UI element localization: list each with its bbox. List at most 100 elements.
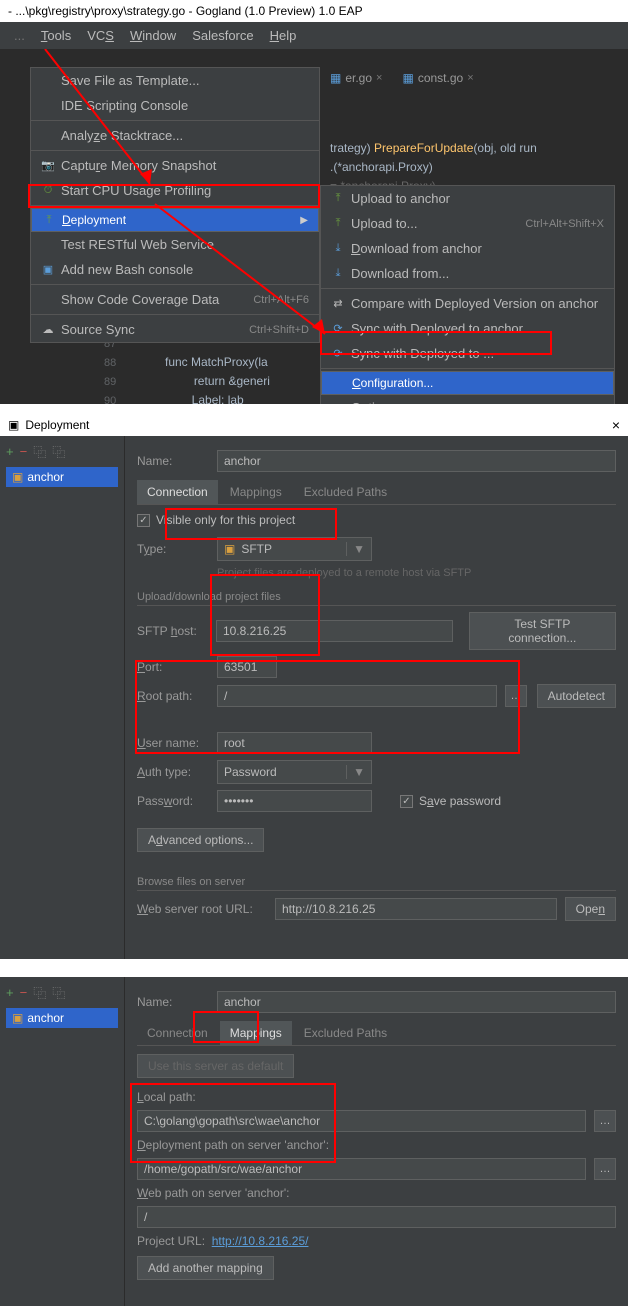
name-label: Name: bbox=[137, 454, 209, 468]
editor: ▦er.go× ▦const.go× trategy) PrepareForUp… bbox=[0, 49, 628, 404]
tab-er-go[interactable]: ▦er.go× bbox=[330, 71, 382, 85]
paste-icon[interactable]: ⿻ bbox=[52, 442, 65, 461]
add-server-button[interactable]: + bbox=[6, 444, 14, 459]
user-input[interactable] bbox=[217, 732, 372, 754]
copy-icon[interactable]: ⿻ bbox=[33, 983, 46, 1002]
menubar: ... Tools VCS Window Salesforce Help bbox=[0, 22, 628, 49]
save-password-checkbox[interactable]: ✓Save password bbox=[400, 794, 501, 808]
menu-download-anchor[interactable]: ⤓Download from anchor bbox=[321, 236, 614, 261]
auth-select[interactable]: Password▼ bbox=[217, 760, 372, 784]
menu-upload-anchor[interactable]: ⤒Upload to anchor bbox=[321, 186, 614, 211]
tab-connection[interactable]: Connection bbox=[137, 1021, 218, 1045]
tab-mappings[interactable]: Mappings bbox=[220, 1021, 292, 1045]
root-input[interactable] bbox=[217, 685, 497, 707]
menu-cpu-profiling[interactable]: ⏱Start CPU Usage Profiling bbox=[31, 178, 319, 203]
port-label: Port: bbox=[137, 660, 209, 674]
paste-icon[interactable]: ⿻ bbox=[52, 983, 65, 1002]
type-hint: Project files are deployed to a remote h… bbox=[217, 567, 616, 579]
local-path-label: Local path: bbox=[137, 1090, 616, 1104]
camera-icon: 📷 bbox=[41, 159, 55, 173]
local-path-input[interactable] bbox=[137, 1110, 586, 1132]
deploy-path-input[interactable] bbox=[137, 1158, 586, 1180]
server-icon: ▣ bbox=[12, 470, 23, 484]
user-label: User name: bbox=[137, 736, 209, 750]
test-connection-button[interactable]: Test SFTP connection... bbox=[469, 612, 616, 650]
use-default-button[interactable]: Use this server as default bbox=[137, 1054, 294, 1078]
sftp-icon: ▣ bbox=[224, 542, 235, 556]
web-path-input[interactable] bbox=[137, 1206, 616, 1228]
menu-ide-scripting[interactable]: IDE Scripting Console bbox=[31, 93, 319, 118]
auth-label: Auth type: bbox=[137, 765, 209, 779]
menu-deployment[interactable]: ⤒Deployment▶ bbox=[31, 208, 319, 232]
tab-excluded[interactable]: Excluded Paths bbox=[294, 1021, 397, 1045]
menu-compare-deployed[interactable]: ⇄Compare with Deployed Version on anchor bbox=[321, 291, 614, 316]
menu-help[interactable]: Help bbox=[264, 26, 303, 45]
close-icon[interactable]: × bbox=[376, 72, 382, 84]
menu-capture-memory[interactable]: 📷Capture Memory Snapshot bbox=[31, 153, 319, 178]
chevron-right-icon: ▶ bbox=[300, 215, 308, 226]
section-updown: Upload/download project files bbox=[137, 591, 616, 606]
menu-sync-to[interactable]: ⟳Sync with Deployed to ... bbox=[321, 341, 614, 366]
download-icon: ⤓ bbox=[331, 267, 345, 281]
password-input[interactable] bbox=[217, 790, 372, 812]
menu-analyze-stacktrace[interactable]: Analyze Stacktrace... bbox=[31, 123, 319, 148]
menu-vcs[interactable]: VCS bbox=[81, 26, 120, 45]
menu-sync-anchor[interactable]: ⟳Sync with Deployed to anchor... bbox=[321, 316, 614, 341]
type-select[interactable]: ▣SFTP▼ bbox=[217, 537, 372, 561]
close-icon[interactable]: × bbox=[467, 72, 473, 84]
advanced-options-button[interactable]: Advanced options... bbox=[137, 828, 264, 852]
menu-salesforce[interactable]: Salesforce bbox=[186, 26, 259, 45]
compare-icon: ⇄ bbox=[331, 297, 345, 311]
add-mapping-button[interactable]: Add another mapping bbox=[137, 1256, 274, 1280]
browse-button[interactable]: … bbox=[594, 1158, 616, 1180]
project-url-label: Project URL: bbox=[137, 1234, 205, 1248]
name-input[interactable] bbox=[217, 991, 616, 1013]
menu-save-template[interactable]: Save File as Template... bbox=[31, 68, 319, 93]
project-url-link[interactable]: http://10.8.216.25/ bbox=[212, 1234, 309, 1248]
host-input[interactable] bbox=[216, 620, 453, 642]
weburl-input[interactable] bbox=[275, 898, 557, 920]
remove-server-button[interactable]: − bbox=[20, 444, 28, 459]
browse-button[interactable]: … bbox=[594, 1110, 616, 1132]
server-item-anchor[interactable]: ▣anchor bbox=[6, 467, 118, 487]
tab-connection[interactable]: Connection bbox=[137, 480, 218, 504]
menu-options[interactable]: Options... bbox=[321, 395, 614, 404]
upload-icon: ⤒ bbox=[331, 192, 345, 206]
server-icon: ▣ bbox=[12, 1011, 23, 1025]
profiler-icon: ⏱ bbox=[41, 184, 55, 198]
host-label: SFTP host: bbox=[137, 624, 208, 638]
upload-icon: ⤒ bbox=[42, 213, 56, 227]
name-label: Name: bbox=[137, 995, 209, 1009]
sync-icon: ⟳ bbox=[331, 322, 345, 336]
remove-server-button[interactable]: − bbox=[20, 985, 28, 1000]
name-input[interactable] bbox=[217, 450, 616, 472]
menu-coverage[interactable]: Show Code Coverage DataCtrl+Alt+F6 bbox=[31, 287, 319, 312]
section-browse: Browse files on server bbox=[137, 876, 616, 891]
tab-mappings[interactable]: Mappings bbox=[220, 480, 292, 504]
web-path-label: Web path on server 'anchor': bbox=[137, 1186, 616, 1200]
port-input[interactable] bbox=[217, 656, 277, 678]
browse-button[interactable]: … bbox=[505, 685, 527, 707]
dialog-title: ▣ Deployment × bbox=[0, 414, 628, 436]
add-server-button[interactable]: + bbox=[6, 985, 14, 1000]
open-button[interactable]: Open bbox=[565, 897, 616, 921]
close-icon[interactable]: × bbox=[612, 417, 620, 433]
tab-const-go[interactable]: ▦const.go× bbox=[402, 71, 473, 85]
menu-source-sync[interactable]: ☁Source SyncCtrl+Shift+D bbox=[31, 317, 319, 342]
server-item-anchor[interactable]: ▣anchor bbox=[6, 1008, 118, 1028]
menu-download-from[interactable]: ⤓Download from... bbox=[321, 261, 614, 286]
menu-restful[interactable]: Test RESTful Web Service bbox=[31, 232, 319, 257]
copy-icon[interactable]: ⿻ bbox=[33, 442, 46, 461]
tools-menu: Save File as Template... IDE Scripting C… bbox=[30, 67, 320, 343]
visible-only-checkbox[interactable]: ✓Visible only for this project bbox=[137, 513, 616, 527]
menu-bash[interactable]: ▣Add new Bash console bbox=[31, 257, 319, 282]
deployment-submenu: ⤒Upload to anchor ⤒Upload to...Ctrl+Alt+… bbox=[320, 185, 615, 404]
autodetect-button[interactable]: Autodetect bbox=[537, 684, 616, 708]
menu-window[interactable]: Window bbox=[124, 26, 182, 45]
menu-tools[interactable]: Tools bbox=[35, 26, 77, 45]
chevron-down-icon: ▼ bbox=[346, 765, 365, 779]
menu-configuration[interactable]: Configuration... bbox=[321, 371, 614, 395]
tab-excluded[interactable]: Excluded Paths bbox=[294, 480, 397, 504]
menu-upload-to[interactable]: ⤒Upload to...Ctrl+Alt+Shift+X bbox=[321, 211, 614, 236]
type-label: Type: bbox=[137, 542, 209, 556]
